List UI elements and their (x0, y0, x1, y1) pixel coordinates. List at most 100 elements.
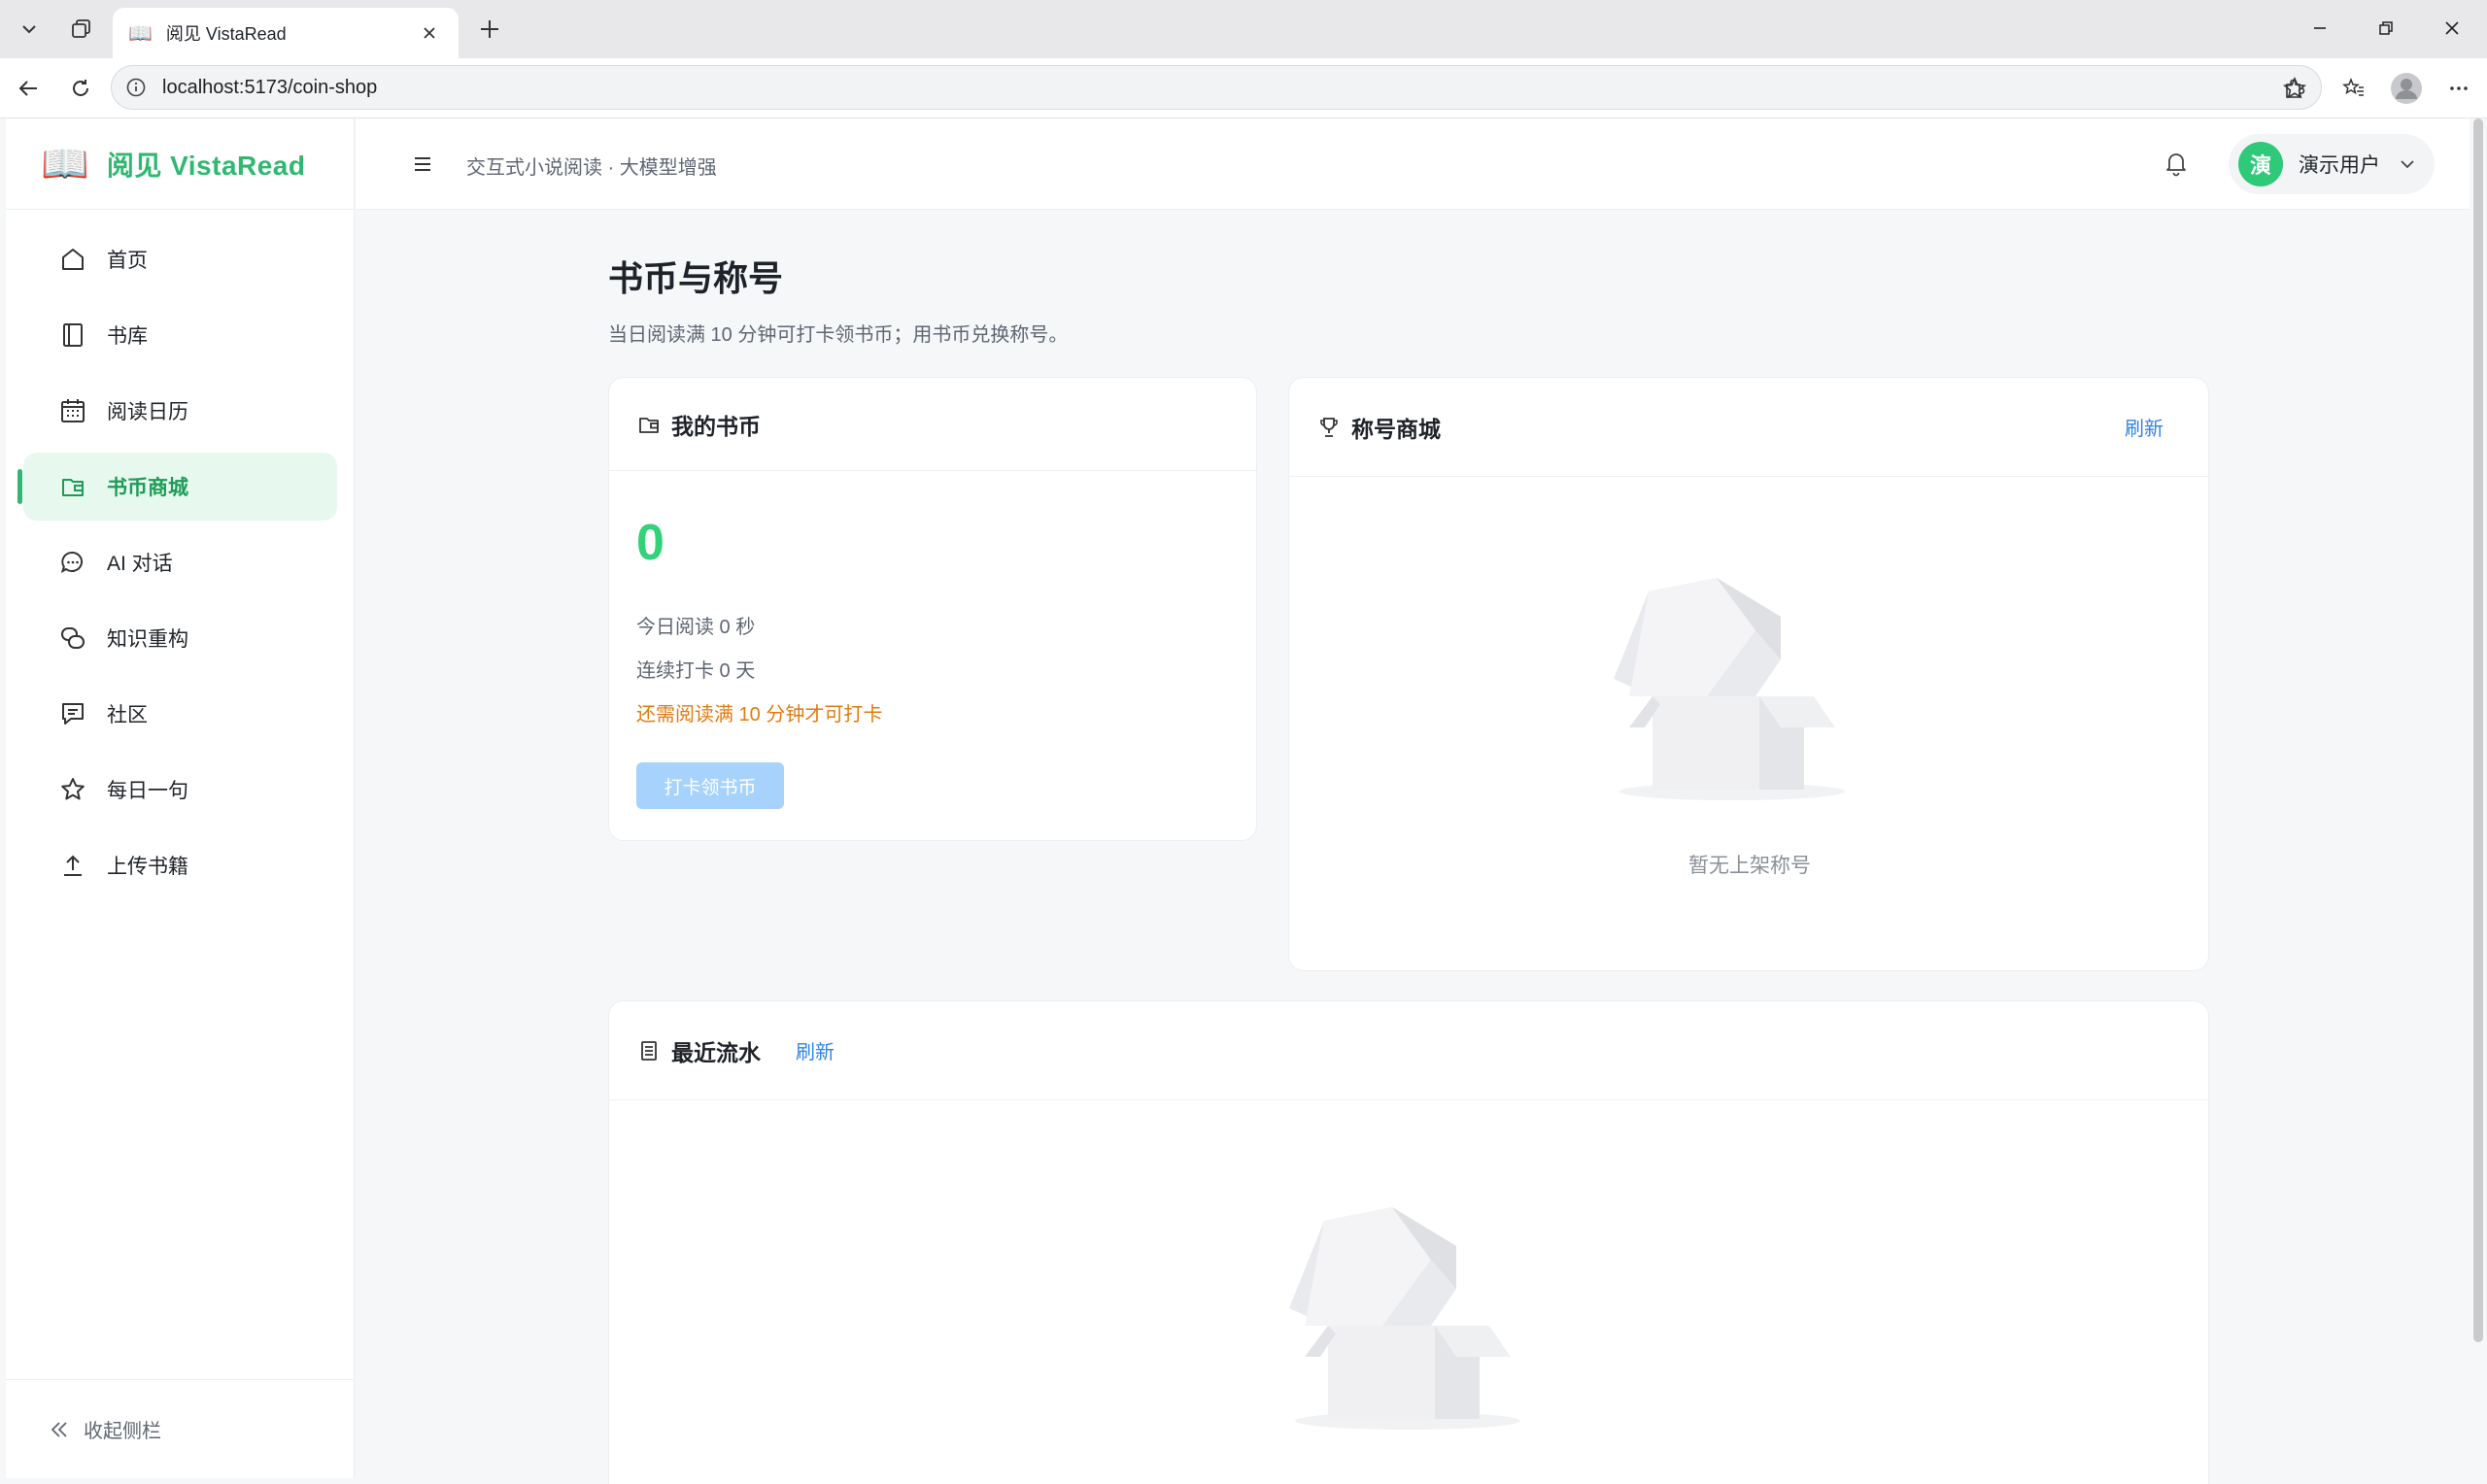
plus-icon (481, 20, 498, 38)
hamburger-icon (415, 157, 430, 171)
sidebar-item-label: AI 对话 (107, 553, 173, 575)
workspaces-button[interactable] (60, 8, 103, 51)
collapse-label: 收起侧栏 (84, 1421, 161, 1442)
more-horizontal-icon (2450, 86, 2468, 90)
sidebar-item-label: 首页 (107, 250, 148, 272)
reload-icon (73, 80, 88, 96)
minimize-icon (2314, 27, 2326, 29)
sidebar-item-upload[interactable]: 上传书籍 (23, 831, 337, 899)
sidebar-item-label: 书币商城 (107, 477, 188, 499)
sidebar-item-coin-shop[interactable]: 书币商城 (17, 453, 337, 521)
sidebar-item-label: 阅读日历 (107, 401, 188, 423)
sidebar-item-home[interactable]: 首页 (23, 225, 337, 293)
wallet-icon (636, 412, 662, 437)
star-icon (58, 775, 87, 804)
browser-nav-bar: localhost:5173/coin-shop (0, 58, 2487, 118)
window-close-button[interactable] (2419, 0, 2485, 56)
transactions-card: 最近流水 刷新 (608, 1000, 2209, 1484)
arrow-left-icon (18, 81, 37, 96)
puzzle-icon (2286, 79, 2305, 98)
more-menu-button[interactable] (2438, 68, 2479, 109)
sidebar-item-community[interactable]: 社区 (23, 680, 337, 748)
sidebar-item-ai-chat[interactable]: AI 对话 (23, 528, 337, 596)
brand-name: 阅见 VistaRead (106, 150, 306, 181)
bell-icon (2166, 153, 2186, 177)
double-chevron-left-icon (51, 1421, 67, 1437)
home-icon (58, 245, 87, 274)
checkin-hint: 还需阅读满 10 分钟才可打卡 (636, 704, 883, 725)
checkin-streak: 连续打卡 0 天 (636, 660, 756, 682)
top-header: 交互式小说阅读 · 大模型增强 演 演示用户 (356, 118, 2470, 210)
profile-button[interactable] (2386, 68, 2427, 109)
title-shop-card-header: 称号商城 刷新 (1289, 378, 2208, 477)
sidebar-menu: 首页 书库 阅读日历 书币商城 AI 对话 知识重构 社区 每日一句 上传书籍 (6, 225, 355, 907)
sidebar-item-label: 上传书籍 (107, 856, 188, 878)
chevron-down-icon (22, 25, 36, 34)
transactions-card-header: 最近流水 刷新 (609, 1001, 2208, 1100)
minimize-button[interactable] (2287, 0, 2353, 56)
sidebar-item-label: 书库 (107, 325, 148, 348)
title-shop-card: 称号商城 刷新 暂无上架称号 (1288, 377, 2209, 971)
sidebar-item-knowledge[interactable]: 知识重构 (23, 604, 337, 672)
main-content: 书币与称号 当日阅读满 10 分钟可打卡领书币；用书币兑换称号。 我的书币 0 … (356, 210, 2470, 1484)
empty-box-icon (1614, 578, 1845, 800)
trophy-icon (1316, 415, 1342, 440)
chat-icon (58, 548, 87, 577)
calendar-icon (58, 396, 87, 425)
close-icon (2445, 21, 2459, 35)
header-subtitle: 交互式小说阅读 · 大模型增强 (466, 157, 717, 179)
title-shop-card-title: 称号商城 (1351, 416, 1441, 442)
receipt-icon (636, 1038, 662, 1063)
browser-tab-bar: 📖 阅见 VistaRead (0, 0, 2487, 58)
profile-avatar-icon (2391, 73, 2422, 104)
menu-toggle-button[interactable] (406, 148, 439, 181)
page-title: 书币与称号 (608, 258, 784, 298)
wallet-card-header: 我的书币 (609, 378, 1256, 471)
url-text: localhost:5173/coin-shop (162, 76, 378, 98)
book-icon (58, 320, 87, 350)
tab-list-button[interactable] (8, 8, 51, 51)
page-scrollbar[interactable] (2473, 118, 2483, 1342)
favorites-list-icon (2342, 77, 2364, 96)
sidebar-item-daily-quote[interactable]: 每日一句 (23, 756, 337, 824)
tab-title: 阅见 VistaRead (165, 24, 287, 44)
info-icon[interactable] (125, 77, 147, 98)
checkin-button[interactable]: 打卡领书币 (636, 762, 784, 809)
extensions-button[interactable] (2273, 68, 2314, 109)
tab-close-button[interactable] (416, 19, 443, 47)
favicon-book-icon: 📖 (128, 22, 153, 45)
restore-button[interactable] (2353, 0, 2419, 56)
collapse-sidebar-button[interactable]: 收起侧栏 (6, 1379, 355, 1478)
back-button[interactable] (8, 68, 49, 109)
address-bar[interactable]: localhost:5173/coin-shop (111, 65, 2322, 110)
notifications-button[interactable] (2155, 142, 2197, 185)
wallet-card: 我的书币 0 今日阅读 0 秒 连续打卡 0 天 还需阅读满 10 分钟才可打卡… (608, 377, 1257, 841)
user-menu[interactable]: 演 演示用户 (2229, 134, 2435, 194)
upload-icon (58, 851, 87, 880)
shop-refresh-link[interactable]: 刷新 (2125, 413, 2163, 441)
transactions-refresh-link[interactable]: 刷新 (796, 1036, 835, 1064)
restore-icon (2379, 21, 2393, 35)
shop-empty-text: 暂无上架称号 (1688, 855, 1811, 877)
transactions-card-title: 最近流水 (671, 1039, 761, 1065)
avatar: 演 (2238, 142, 2283, 186)
today-reading: 今日阅读 0 秒 (636, 617, 756, 638)
sidebar: 📖 阅见 VistaRead 首页 书库 阅读日历 书币商城 AI 对话 知识重… (6, 118, 355, 1478)
sidebar-item-label: 每日一句 (107, 780, 188, 802)
sidebar-item-library[interactable]: 书库 (23, 301, 337, 369)
close-icon (424, 27, 435, 39)
new-tab-button[interactable] (470, 10, 509, 49)
sidebar-item-label: 知识重构 (107, 628, 188, 651)
favorites-button[interactable] (2334, 68, 2374, 109)
reload-button[interactable] (60, 68, 101, 109)
app-root: 📖 阅见 VistaRead 首页 书库 阅读日历 书币商城 AI 对话 知识重… (6, 118, 2483, 1484)
knowledge-icon (58, 624, 87, 653)
wallet-card-title: 我的书币 (671, 413, 761, 439)
page-description: 当日阅读满 10 分钟可打卡领书币；用书币兑换称号。 (608, 324, 1069, 346)
sidebar-item-calendar[interactable]: 阅读日历 (23, 377, 337, 445)
brand[interactable]: 📖 阅见 VistaRead (6, 118, 355, 210)
user-name: 演示用户 (2299, 154, 2380, 177)
tabs-icon (72, 19, 90, 38)
active-tab[interactable]: 📖 阅见 VistaRead (113, 8, 459, 58)
coin-balance: 0 (636, 515, 664, 571)
